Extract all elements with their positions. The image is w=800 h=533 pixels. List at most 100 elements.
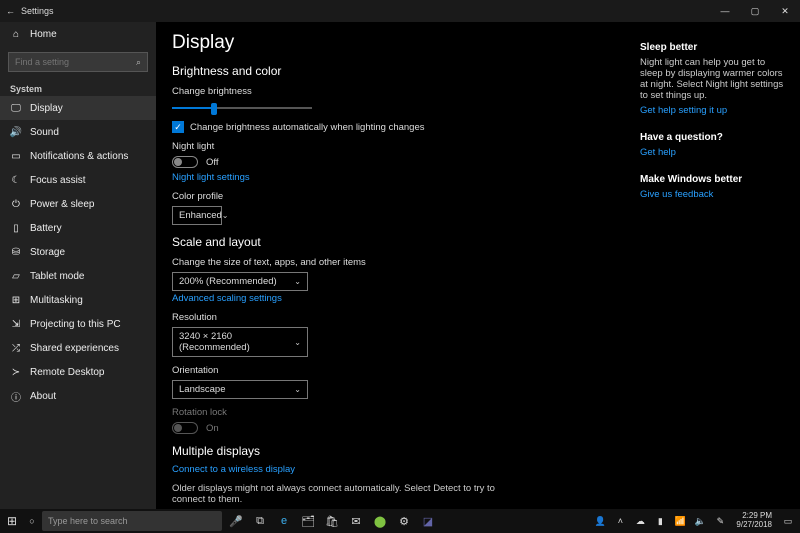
sidebar-home[interactable]: ⌂ Home [0,22,156,46]
storage-icon: ⛁ [10,247,22,258]
question-title: Have a question? [640,132,788,143]
night-light-toggle[interactable] [172,156,198,168]
shared-icon: ⤮ [10,343,22,354]
sidebar-item-label: Multitasking [30,295,83,306]
search-input[interactable]: ⌕ [8,52,148,72]
sidebar-item-multitasking[interactable]: ⊞ Multitasking [0,288,156,312]
sidebar-item-notifications[interactable]: ▭ Notifications & actions [0,144,156,168]
pen-icon[interactable]: ✎ [712,516,728,527]
battery-tray-icon[interactable]: ▮ [652,516,668,527]
taskbar-clock[interactable]: 2:29 PM 9/27/2018 [732,512,776,530]
settings-icon[interactable]: ⚙ [392,509,416,533]
app-icon[interactable]: ⬤ [368,509,392,533]
rotation-lock-label: Rotation lock [172,407,624,418]
volume-icon[interactable]: 🔈 [692,516,708,527]
orientation-value: Landscape [179,384,225,395]
brightness-section: Brightness and color [172,64,624,78]
color-profile-select[interactable]: Enhanced ⌄ [172,206,222,225]
sidebar-item-power-sleep[interactable]: ⏻ Power & sleep [0,192,156,216]
teams-icon[interactable]: ◪ [416,509,440,533]
sleep-help-link[interactable]: Get help setting it up [640,105,788,116]
chevron-down-icon: ⌄ [294,338,301,347]
sidebar-home-label: Home [30,29,57,40]
sidebar-item-label: Remote Desktop [30,367,104,378]
mail-icon[interactable]: ✉ [344,509,368,533]
sidebar-item-projecting[interactable]: ⇲ Projecting to this PC [0,312,156,336]
sidebar-item-label: Power & sleep [30,199,94,210]
onedrive-icon[interactable]: ☁ [632,516,648,527]
sidebar-item-label: Shared experiences [30,343,119,354]
sidebar-item-label: Notifications & actions [30,151,128,162]
power-icon: ⏻ [10,199,22,210]
multitasking-icon: ⊞ [10,295,22,306]
maximize-button[interactable]: ▢ [740,0,770,22]
taskbar-date: 9/27/2018 [736,521,772,530]
scale-section: Scale and layout [172,235,624,249]
sidebar-item-battery[interactable]: ▯Battery [0,216,156,240]
sleep-better-body: Night light can help you get to sleep by… [640,57,788,101]
cortana-icon[interactable]: ○ [24,516,40,526]
auto-brightness-checkbox[interactable]: ✓ Change brightness automatically when l… [172,121,624,133]
get-help-link[interactable]: Get help [640,147,788,158]
focus-icon: ☾ [10,175,22,186]
back-icon[interactable]: ← [6,6,15,16]
sidebar-item-display[interactable]: 🖵Display [0,96,156,120]
store-icon[interactable]: 🛍 [320,509,344,533]
sidebar-item-storage[interactable]: ⛁ Storage [0,240,156,264]
brightness-slider[interactable] [172,101,312,115]
right-pane: Sleep better Night light can help you ge… [640,22,800,509]
task-view-icon[interactable]: ⧉ [248,509,272,533]
sidebar: ⌂ Home ⌕ System 🖵Display 🔊 Sound ▭ Notific… [0,22,156,509]
chevron-down-icon: ⌄ [294,385,301,394]
start-button[interactable]: ⊞ [0,509,24,533]
sound-icon: 🔊 [10,127,22,138]
slider-thumb[interactable] [211,103,217,115]
wifi-icon[interactable]: 📶 [672,516,688,527]
color-profile-value: Enhanced [179,210,222,221]
search-field[interactable] [15,57,136,67]
sidebar-item-sound[interactable]: 🔊 Sound [0,120,156,144]
sidebar-item-about[interactable]: ⓘAbout [0,384,156,408]
taskbar-search[interactable]: Type here to search [42,511,222,531]
connect-wireless-link[interactable]: Connect to a wireless display [172,464,624,475]
explorer-icon[interactable]: 🗂 [296,509,320,533]
close-button[interactable]: ✕ [770,0,800,22]
sidebar-item-remote-desktop[interactable]: ≻Remote Desktop [0,360,156,384]
resolution-label: Resolution [172,312,624,323]
mic-icon[interactable]: 🎤 [224,509,248,533]
color-profile-label: Color profile [172,191,624,202]
rotation-lock-toggle [172,422,198,434]
projecting-icon: ⇲ [10,319,22,330]
people-icon[interactable]: 👤 [592,516,608,527]
sidebar-item-tablet-mode[interactable]: ▱Tablet mode [0,264,156,288]
sidebar-item-focus-assist[interactable]: ☾Focus assist [0,168,156,192]
sidebar-section-label: System [0,78,156,96]
sidebar-item-label: Projecting to this PC [30,319,121,330]
edge-icon[interactable]: e [272,509,296,533]
orientation-select[interactable]: Landscape ⌄ [172,380,308,399]
sidebar-item-label: Sound [30,127,59,138]
night-light-settings-link[interactable]: Night light settings [172,172,624,183]
tray-chevron-icon[interactable]: ˄ [612,516,628,526]
action-center-icon[interactable]: ▭ [780,516,796,527]
sidebar-item-label: Battery [30,223,62,234]
taskbar: ⊞ ○ Type here to search 🎤 ⧉ e 🗂 🛍 ✉ ⬤ ⚙ … [0,509,800,533]
home-icon: ⌂ [10,29,22,40]
sidebar-item-shared-experiences[interactable]: ⤮ Shared experiences [0,336,156,360]
sidebar-item-label: Tablet mode [30,271,84,282]
advanced-scaling-link[interactable]: Advanced scaling settings [172,293,624,304]
chevron-down-icon: ⌄ [222,211,229,220]
about-icon: ⓘ [10,389,22,404]
scale-value: 200% (Recommended) [179,276,277,287]
resolution-select[interactable]: 3240 × 2160 (Recommended) ⌄ [172,327,308,357]
search-icon: ⌕ [136,57,141,68]
feedback-link[interactable]: Give us feedback [640,189,788,200]
notifications-icon: ▭ [10,151,22,162]
scale-select[interactable]: 200% (Recommended) ⌄ [172,272,308,291]
minimize-button[interactable]: — [710,0,740,22]
rotation-lock-state: On [206,423,219,434]
sidebar-item-label: Storage [30,247,65,258]
orientation-label: Orientation [172,365,624,376]
sleep-better-title: Sleep better [640,42,788,53]
chevron-down-icon: ⌄ [294,277,301,286]
